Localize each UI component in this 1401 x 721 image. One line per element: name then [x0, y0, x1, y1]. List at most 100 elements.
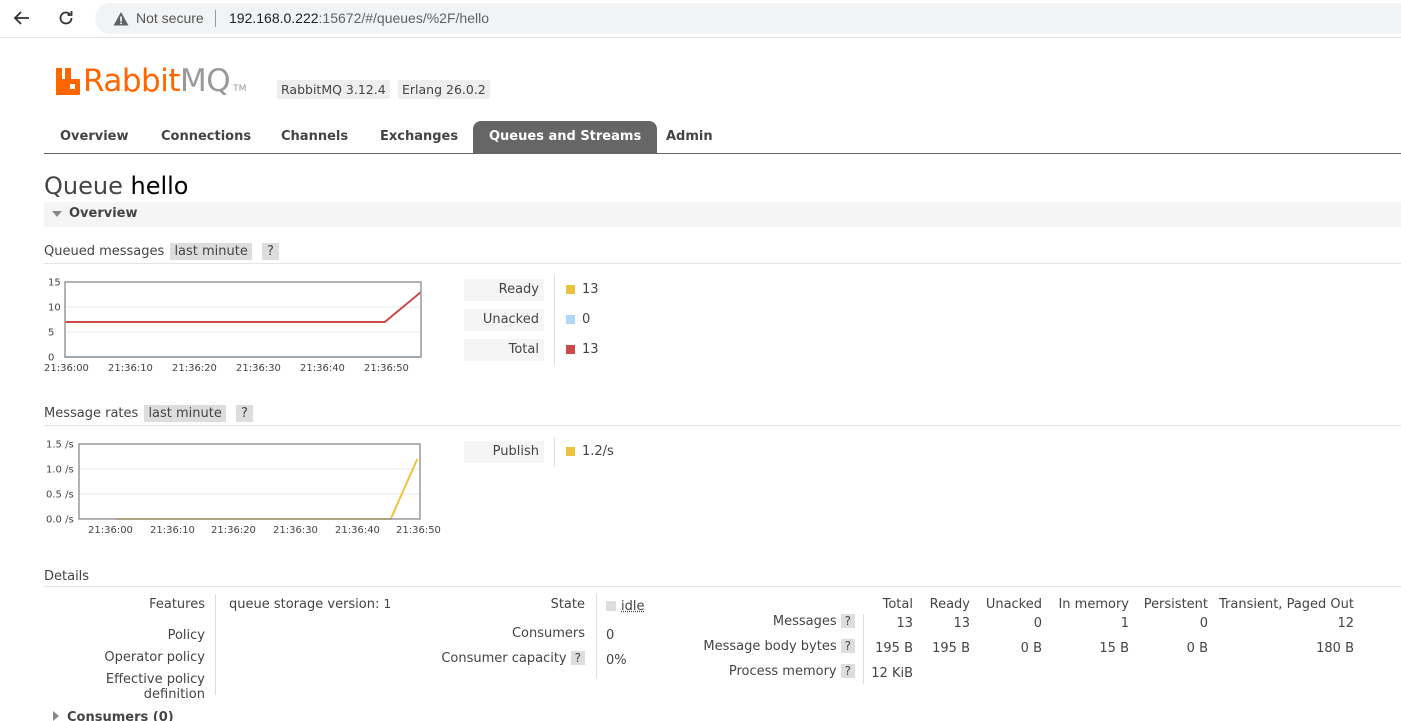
queued-help-button[interactable]: ? — [262, 243, 279, 260]
consumers-value: 0 — [606, 628, 614, 643]
rabbitmq-logo-icon — [55, 66, 81, 96]
tab-overview[interactable]: Overview — [44, 121, 145, 153]
unacked-swatch — [566, 315, 575, 324]
legend-label-publish: Publish — [464, 441, 544, 463]
legend-value-total: 13 — [566, 339, 599, 361]
row-label-messages: Messages? — [660, 614, 855, 629]
y-tick-label: 0 — [48, 353, 54, 364]
legend-divider — [554, 437, 555, 467]
divider — [44, 586, 1401, 587]
version-badge: RabbitMQ 3.12.4 — [277, 80, 390, 99]
rates-help-button[interactable]: ? — [236, 405, 253, 422]
x-tick-label: 21:36:30 — [273, 525, 318, 536]
operator-policy-label: Operator policy — [44, 650, 205, 665]
cell-bytes-persistent: 0 B — [1135, 641, 1208, 656]
section-label: Overview — [69, 206, 138, 221]
plot-frame — [65, 282, 421, 357]
col-total: Total — [850, 597, 913, 612]
queued-range-selector[interactable]: last minute — [170, 243, 251, 260]
policy-label: Policy — [44, 628, 205, 643]
y-tick-label: 1.5 /s — [46, 440, 74, 451]
rates-range-selector[interactable]: last minute — [144, 405, 225, 422]
rabbitmq-logo: Rabbit MQ TM — [55, 64, 246, 96]
ready-swatch — [566, 285, 575, 294]
column-divider — [863, 614, 864, 684]
column-divider — [596, 594, 597, 678]
message-rates-heading: Message rates last minute ? — [44, 405, 253, 422]
cell-bytes-unacked: 0 B — [975, 641, 1042, 656]
warning-icon[interactable] — [113, 11, 129, 27]
column-divider — [215, 594, 216, 695]
cell-messages-persistent: 0 — [1135, 616, 1208, 631]
legend-label-unacked: Unacked — [464, 309, 544, 331]
queued-heading-text: Queued messages — [44, 244, 164, 259]
y-tick-label: 0.0 /s — [46, 515, 74, 526]
divider — [44, 263, 1401, 264]
tab-queues-and-streams[interactable]: Queues and Streams — [473, 121, 657, 153]
x-tick-label: 21:36:40 — [300, 363, 345, 374]
legend-label-total: Total — [464, 339, 544, 361]
x-tick-label: 21:36:00 — [88, 525, 133, 536]
message-rates-svg: 1.5 /s1.0 /s0.5 /s0.0 /s21:36:00 21:36:10… — [44, 437, 454, 537]
col-in-memory: In memory — [1045, 597, 1129, 612]
rates-heading-text: Message rates — [44, 406, 138, 421]
plot-frame — [79, 444, 420, 519]
cell-bytes-in-memory: 15 B — [1045, 641, 1129, 656]
tab-exchanges[interactable]: Exchanges — [364, 121, 474, 153]
state-label: State — [420, 597, 585, 612]
cell-messages-total: 13 — [850, 616, 913, 631]
features-value: queue storage version: 1 — [229, 597, 391, 612]
x-tick-label: 21:36:20 — [172, 363, 217, 374]
queued-messages-heading: Queued messages last minute ? — [44, 243, 279, 260]
queued-messages-svg: 15 10 5 021:36:00 21:36:10 21:36:20 21:36:30 21… — [44, 275, 444, 375]
details-heading: Details — [44, 569, 89, 584]
x-tick-label: 21:36:10 — [108, 363, 153, 374]
total-swatch — [566, 345, 575, 354]
state-value: idle — [606, 599, 644, 614]
col-ready: Ready — [910, 597, 970, 612]
x-tick-label: 21:36:40 — [335, 525, 380, 536]
queue-name: hello — [130, 172, 188, 200]
page-title: Queue hello — [44, 172, 188, 200]
expand-triangle-icon — [53, 711, 59, 721]
y-tick-label: 5 — [48, 328, 54, 339]
legend-divider — [554, 275, 555, 365]
title-prefix: Queue — [44, 172, 123, 200]
series-line-publish — [116, 459, 417, 519]
state-swatch — [606, 601, 616, 611]
logo-text-mq: MQ — [180, 66, 230, 96]
overview-section-toggle[interactable]: Overview — [44, 202, 1401, 227]
x-tick-label: 21:36:00 — [44, 363, 89, 374]
consumer-capacity-label: Consumer capacity? — [400, 651, 585, 666]
consumers-label: Consumers — [420, 626, 585, 641]
consumers-section-toggle[interactable]: Consumers (0) — [44, 710, 174, 721]
message-rates-chart: 1.5 /s 1.0 /s 0.5 /s 0.0 /s 21:36:00 21:36:10… — [44, 437, 454, 537]
url-text[interactable]: 192.168.0.222:15672/#/queues/%2F/hello — [229, 10, 489, 26]
browser-toolbar: Not secure 192.168.0.222:15672/#/queues/… — [0, 0, 1401, 38]
tab-admin[interactable]: Admin — [650, 121, 729, 153]
cell-bytes-ready: 195 B — [910, 641, 970, 656]
cell-bytes-total: 195 B — [850, 641, 913, 656]
reload-icon[interactable] — [52, 6, 80, 30]
cell-process-memory: 12 KiB — [850, 666, 913, 681]
cell-messages-transient: 12 — [1210, 616, 1354, 631]
tab-channels[interactable]: Channels — [265, 121, 364, 153]
erlang-badge: Erlang 26.0.2 — [398, 80, 490, 99]
capacity-help-button[interactable]: ? — [571, 651, 585, 665]
x-tick-label: 21:36:50 — [396, 525, 441, 536]
tab-connections[interactable]: Connections — [145, 121, 267, 153]
security-status[interactable]: Not secure — [136, 10, 204, 26]
address-bar[interactable]: Not secure 192.168.0.222:15672/#/queues/… — [95, 3, 1401, 34]
y-tick-label: 1.0 /s — [46, 465, 74, 476]
y-tick-label: 10 — [48, 303, 61, 314]
col-unacked: Unacked — [975, 597, 1042, 612]
back-arrow-icon[interactable] — [8, 6, 36, 30]
cell-bytes-transient: 180 B — [1210, 641, 1354, 656]
legend-value-unacked: 0 — [566, 309, 590, 331]
cell-messages-unacked: 0 — [975, 616, 1042, 631]
x-tick-label: 21:36:10 — [150, 525, 195, 536]
legend-value-ready: 13 — [566, 279, 599, 301]
col-persistent: Persistent — [1135, 597, 1208, 612]
x-tick-label: 21:36:50 — [364, 363, 409, 374]
logo-text-rabbit: Rabbit — [83, 66, 180, 96]
